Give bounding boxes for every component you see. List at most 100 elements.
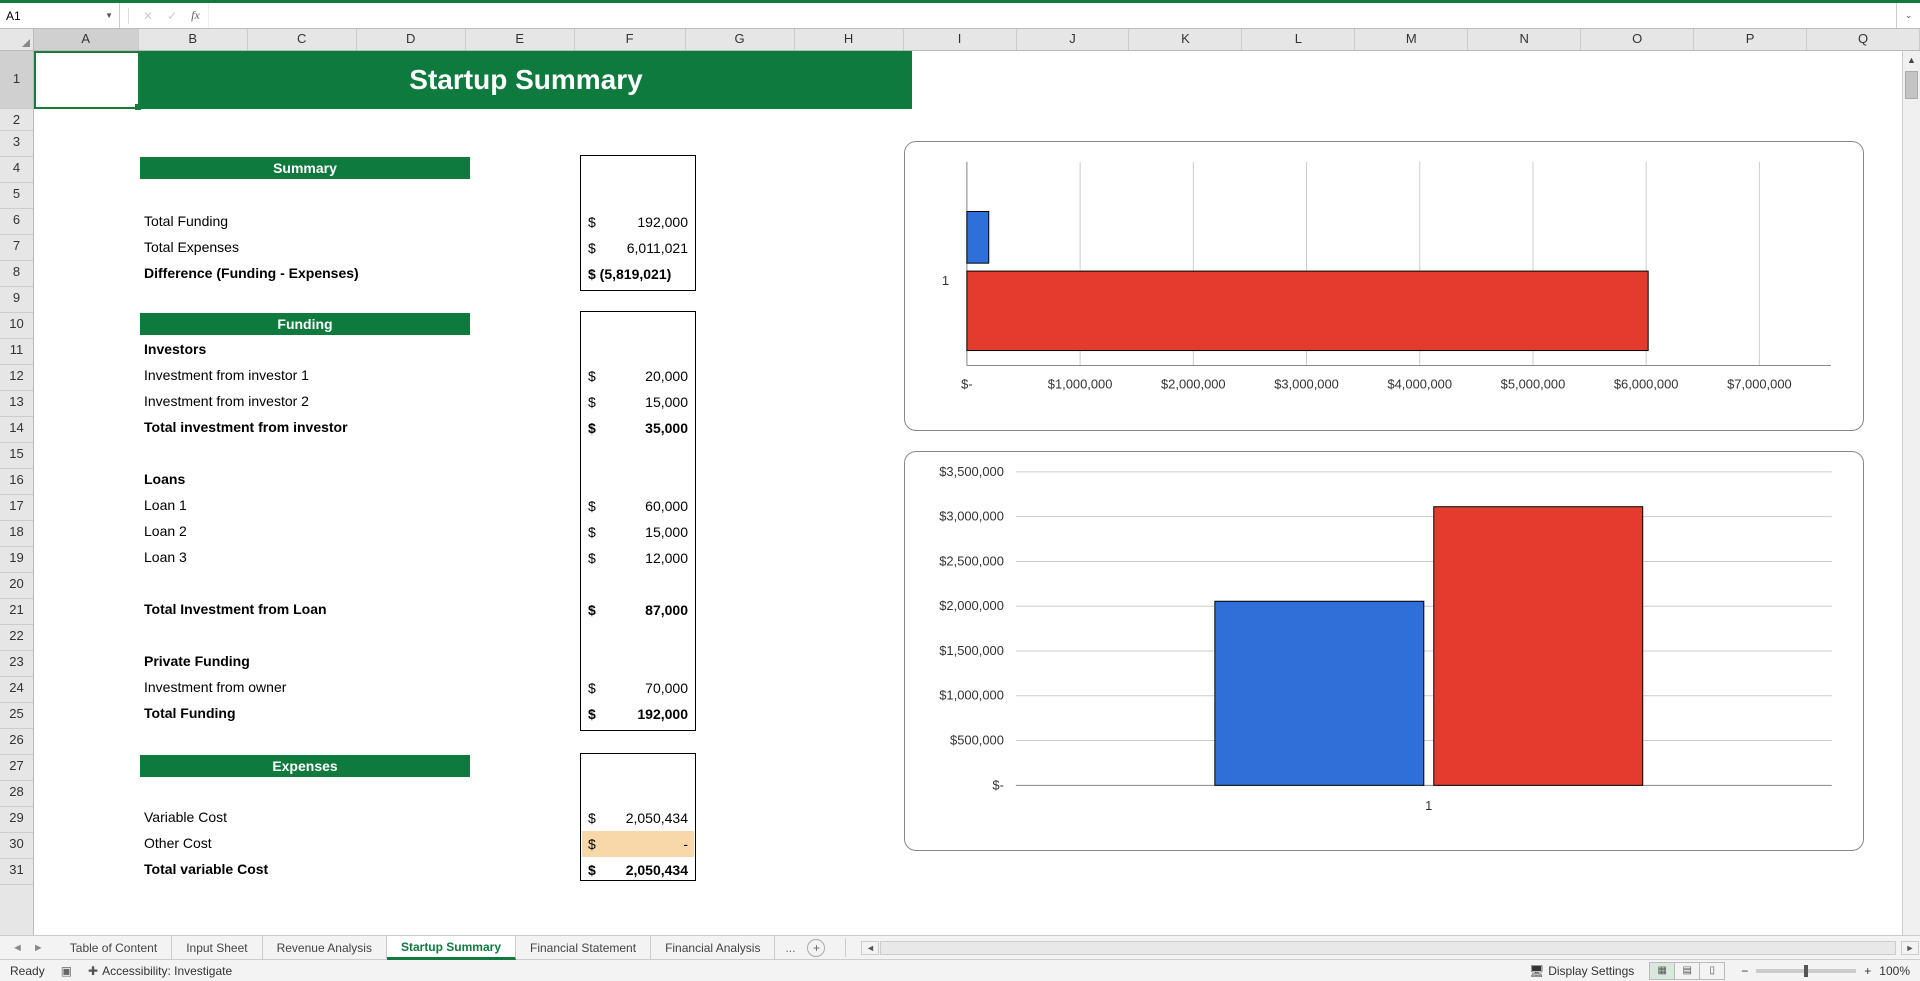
svg-text:$1,000,000: $1,000,000	[1048, 376, 1113, 391]
view-normal-icon[interactable]: ▦	[1649, 962, 1675, 980]
row-header-28[interactable]: 28	[0, 781, 33, 807]
row-header-24[interactable]: 24	[0, 677, 33, 703]
name-box-value: A1	[6, 9, 21, 23]
zoom-slider[interactable]	[1756, 969, 1856, 973]
formula-bar: A1 ▼ ✕ ✓ fx ⌄	[0, 3, 1920, 29]
row-header-15[interactable]: 15	[0, 443, 33, 469]
view-page-break-icon[interactable]: ▯	[1699, 962, 1725, 980]
row-header-29[interactable]: 29	[0, 807, 33, 833]
col-header-G[interactable]: G	[686, 29, 795, 50]
row-header-19[interactable]: 19	[0, 547, 33, 573]
hscroll-left-icon[interactable]: ◄	[861, 941, 879, 955]
row-header-3[interactable]: 3	[0, 131, 33, 157]
col-header-Q[interactable]: Q	[1807, 29, 1920, 50]
sheet-body[interactable]: Startup Summary Summary Total Funding To…	[34, 51, 1902, 935]
col-header-P[interactable]: P	[1694, 29, 1807, 50]
row-header-5[interactable]: 5	[0, 183, 33, 209]
col-header-M[interactable]: M	[1355, 29, 1468, 50]
total-funding-label: Total Funding	[144, 213, 228, 229]
hscroll-right-icon[interactable]: ►	[1901, 941, 1919, 955]
tab-financial-statement[interactable]: Financial Statement	[516, 936, 651, 959]
tabs-overflow[interactable]: ...+	[775, 936, 841, 959]
chart-funding-vs-expenses[interactable]: 1 $- $1,000,000 $2,000,000 $3,000,000 $4…	[904, 141, 1864, 431]
svg-text:$5,000,000: $5,000,000	[1501, 376, 1566, 391]
svg-text:$2,500,000: $2,500,000	[939, 553, 1004, 568]
tab-table-of-content[interactable]: Table of Content	[56, 936, 172, 959]
col-header-H[interactable]: H	[795, 29, 904, 50]
col-header-N[interactable]: N	[1468, 29, 1581, 50]
row-header-20[interactable]: 20	[0, 573, 33, 599]
grid-area: A B C D E F G H I J K L M N O P Q 1 2 3 …	[0, 29, 1920, 935]
col-header-E[interactable]: E	[466, 29, 575, 50]
chevron-down-icon[interactable]: ▼	[105, 11, 113, 20]
formula-expand-icon[interactable]: ⌄	[1896, 3, 1920, 28]
name-box[interactable]: A1 ▼	[0, 3, 120, 28]
col-header-A[interactable]: A	[34, 29, 139, 50]
total-investors-label: Total investment from investor	[144, 419, 348, 435]
row-header-11[interactable]: 11	[0, 339, 33, 365]
row-header-23[interactable]: 23	[0, 651, 33, 677]
private-funding-header: Private Funding	[144, 653, 250, 669]
row-header-25[interactable]: 25	[0, 703, 33, 729]
other-cost-value: $-	[582, 831, 694, 857]
row-header-9[interactable]: 9	[0, 287, 33, 313]
col-header-I[interactable]: I	[904, 29, 1017, 50]
row-header-30[interactable]: 30	[0, 833, 33, 859]
row-header-2[interactable]: 2	[0, 109, 33, 131]
cancel-icon[interactable]: ✕	[143, 9, 153, 23]
col-header-O[interactable]: O	[1581, 29, 1694, 50]
select-all-corner[interactable]	[0, 29, 34, 50]
total-variable-value: $2,050,434	[582, 857, 694, 883]
loan3-label: Loan 3	[144, 549, 187, 565]
row-header-10[interactable]: 10	[0, 313, 33, 339]
tab-financial-analysis[interactable]: Financial Analysis	[651, 936, 775, 959]
row-header-27[interactable]: 27	[0, 755, 33, 781]
row-header-22[interactable]: 22	[0, 625, 33, 651]
tab-revenue-analysis[interactable]: Revenue Analysis	[263, 936, 387, 959]
row-header-13[interactable]: 13	[0, 391, 33, 417]
svg-text:$2,000,000: $2,000,000	[939, 598, 1004, 613]
row-header-26[interactable]: 26	[0, 729, 33, 755]
difference-label: Difference (Funding - Expenses)	[144, 265, 359, 281]
chart-costs[interactable]: $- $500,000 $1,000,000 $1,500,000 $2,000…	[904, 451, 1864, 851]
scroll-thumb[interactable]	[1905, 71, 1918, 99]
col-header-K[interactable]: K	[1129, 29, 1242, 50]
svg-text:$7,000,000: $7,000,000	[1727, 376, 1792, 391]
col-header-F[interactable]: F	[575, 29, 686, 50]
total-funding-value2: $192,000	[582, 701, 694, 727]
enter-icon[interactable]: ✓	[167, 9, 177, 23]
row-header-17[interactable]: 17	[0, 495, 33, 521]
tab-prev-icon[interactable]: ◄	[12, 942, 23, 954]
fx-icon[interactable]: fx	[191, 8, 200, 23]
row-header-6[interactable]: 6	[0, 209, 33, 235]
view-page-layout-icon[interactable]: ▤	[1674, 962, 1700, 980]
row-header-21[interactable]: 21	[0, 599, 33, 625]
col-header-J[interactable]: J	[1017, 29, 1130, 50]
row-header-31[interactable]: 31	[0, 859, 33, 885]
row-header-16[interactable]: 16	[0, 469, 33, 495]
col-header-D[interactable]: D	[357, 29, 466, 50]
col-header-B[interactable]: B	[139, 29, 248, 50]
tab-next-icon[interactable]: ►	[33, 942, 44, 954]
horizontal-scrollbar[interactable]: ◄ ►	[850, 936, 1920, 959]
difference-value: $ (5,819,021)	[582, 261, 694, 287]
col-header-L[interactable]: L	[1242, 29, 1355, 50]
row-header-1[interactable]: 1	[0, 51, 33, 109]
row-header-4[interactable]: 4	[0, 157, 33, 183]
row-header-18[interactable]: 18	[0, 521, 33, 547]
col-header-C[interactable]: C	[248, 29, 357, 50]
vertical-scrollbar[interactable]: ▲	[1902, 51, 1920, 935]
tab-input-sheet[interactable]: Input Sheet	[172, 936, 262, 959]
inv2-value: $15,000	[582, 389, 694, 415]
tab-startup-summary[interactable]: Startup Summary	[387, 936, 516, 960]
row-header-14[interactable]: 14	[0, 417, 33, 443]
inv1-label: Investment from investor 1	[144, 367, 309, 383]
formula-input[interactable]	[209, 3, 1896, 28]
scroll-up-icon[interactable]: ▲	[1903, 51, 1920, 69]
row-header-7[interactable]: 7	[0, 235, 33, 261]
selected-cell[interactable]	[34, 51, 140, 109]
svg-text:$6,000,000: $6,000,000	[1614, 376, 1679, 391]
row-header-12[interactable]: 12	[0, 365, 33, 391]
row-header-8[interactable]: 8	[0, 261, 33, 287]
add-sheet-icon[interactable]: +	[807, 939, 825, 957]
